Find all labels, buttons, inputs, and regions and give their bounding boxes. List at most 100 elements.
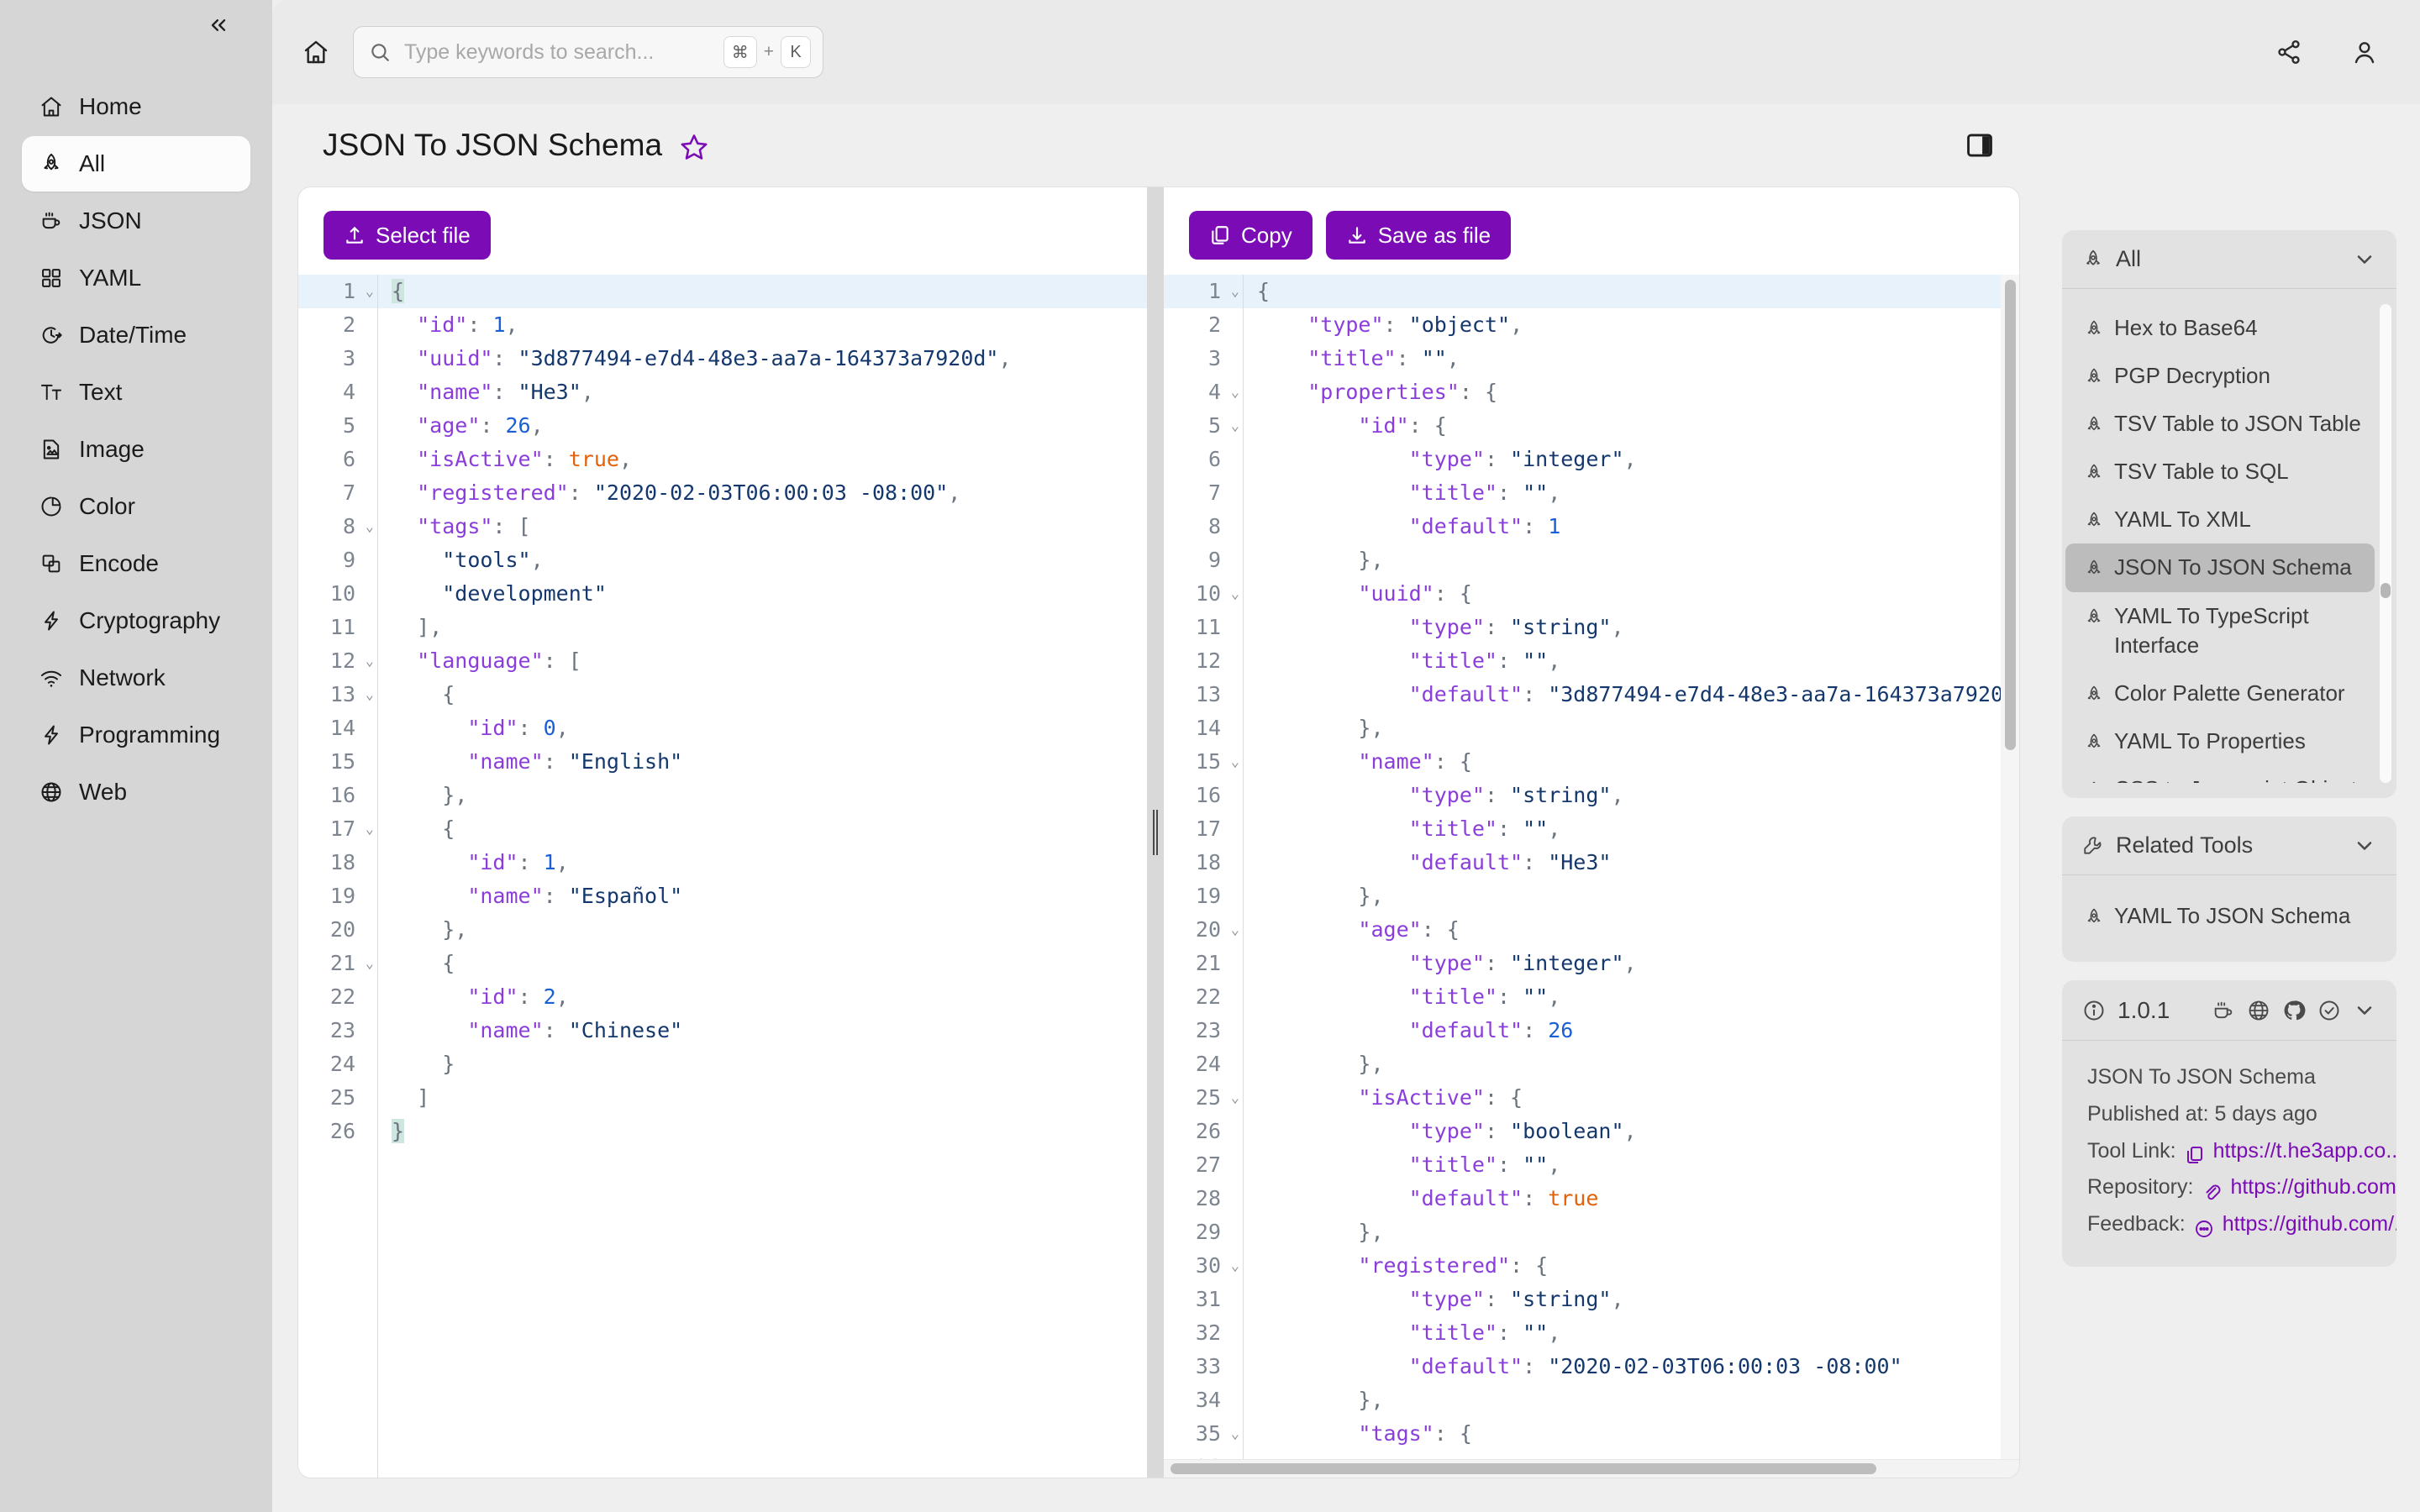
output-vscroll-thumb[interactable]	[2004, 280, 2016, 750]
sidebar-item-color[interactable]: Color	[22, 479, 250, 534]
code-token: :	[1383, 312, 1409, 337]
fold-toggle-icon[interactable]: ⌄	[360, 687, 374, 702]
tool-list-item[interactable]: YAML To TypeScript Interface	[2065, 592, 2375, 669]
sidebar-item-all[interactable]: All	[22, 136, 250, 192]
fold-toggle-icon[interactable]: ⌄	[360, 654, 374, 669]
tool-list-item[interactable]: YAML To XML	[2065, 496, 2375, 543]
fold-toggle-icon[interactable]: ⌄	[1226, 922, 1239, 937]
globe-icon[interactable]	[2247, 999, 2270, 1022]
sidebar-item-programming[interactable]: Programming	[22, 707, 250, 763]
fold-toggle-icon[interactable]: ⌄	[360, 519, 374, 534]
sidebar-item-label: Programming	[79, 722, 221, 748]
tool-list-item[interactable]: YAML To Properties	[2065, 717, 2375, 765]
user-account-icon[interactable]	[2341, 29, 2388, 76]
fold-toggle-icon[interactable]: ⌄	[1226, 1090, 1239, 1105]
code-token: "isActive"	[1358, 1085, 1485, 1110]
copy-button[interactable]: Copy	[1189, 211, 1313, 260]
fold-toggle-icon[interactable]: ⌄	[360, 284, 374, 299]
search-input[interactable]	[402, 39, 712, 66]
favorite-star-icon[interactable]	[679, 132, 709, 162]
github-icon[interactable]	[2282, 999, 2306, 1022]
chevron-down-icon[interactable]	[2353, 834, 2376, 858]
copy-icon[interactable]	[2185, 1141, 2205, 1164]
related-tool-list[interactable]: YAML To JSON Schema	[2062, 892, 2396, 940]
sidebar-item-image[interactable]: Image	[22, 422, 250, 477]
line-number-value: 13	[1195, 682, 1221, 706]
code-token: "integer"	[1510, 447, 1624, 471]
chevron-down-icon[interactable]	[2353, 248, 2376, 271]
output-horizontal-scrollbar[interactable]	[1164, 1459, 2019, 1478]
editor-splitter-handle[interactable]	[1147, 187, 1164, 1478]
category-card-header[interactable]: All	[2062, 230, 2396, 289]
fold-toggle-icon[interactable]: ⌄	[1226, 284, 1239, 299]
sidebar-item-text[interactable]: Text	[22, 365, 250, 420]
tool-link-value[interactable]: https://t.he3app.co...	[2213, 1133, 2396, 1170]
code-token: ,	[1611, 783, 1624, 807]
output-code-text[interactable]: { "type": "object", "title": "", "proper…	[1244, 275, 2001, 1459]
code-token: :	[543, 884, 569, 908]
sidebar-item-network[interactable]: Network	[22, 650, 250, 706]
output-code-scroll[interactable]: 1 ⌄ 2 3 4 ⌄ 5 ⌄ 6 7 8 9 10 ⌄ 11 12 13 14 15 ⌄ 16 17 18 19 20 ⌄ 21 2…	[1164, 275, 2019, 1459]
input-code-area[interactable]: 1 ⌄ 2 3 4 5 6 7 8 ⌄ 9 10 11 12 ⌄ 13 ⌄ 14 15 16 17 ⌄ 18 19 20 21 ⌄ 2…	[298, 275, 1147, 1478]
output-hscroll-thumb[interactable]	[1171, 1463, 1876, 1474]
fold-toggle-icon[interactable]: ⌄	[1226, 385, 1239, 400]
tool-list-item[interactable]: CSS to Javascript Object	[2065, 765, 2375, 783]
save-as-file-button[interactable]: Save as file	[1325, 211, 1512, 260]
collapse-sidebar-button[interactable]	[202, 8, 235, 42]
code-token: ""	[1523, 984, 1549, 1009]
fold-toggle-icon[interactable]: ⌄	[1226, 1426, 1239, 1441]
toggle-right-panel-icon[interactable]	[1963, 129, 1996, 162]
output-line-numbers[interactable]: 1 ⌄ 2 3 4 ⌄ 5 ⌄ 6 7 8 9 10 ⌄ 11 12 13 14 15 ⌄ 16 17 18 19 20 ⌄ 21 2…	[1164, 275, 1244, 1459]
fold-toggle-icon[interactable]: ⌄	[1226, 1258, 1239, 1273]
output-code-area[interactable]: 1 ⌄ 2 3 4 ⌄ 5 ⌄ 6 7 8 9 10 ⌄ 11 12 13 14 15 ⌄ 16 17 18 19 20 ⌄ 21 2…	[1164, 275, 2001, 1459]
code-token: "2020-02-03T06:00:03 -08:00"	[1548, 1354, 1902, 1378]
tool-list-item[interactable]: JSON To JSON Schema	[2065, 543, 2375, 592]
code-line: }	[378, 1115, 1147, 1148]
repository-value[interactable]: https://github.com...	[2230, 1169, 2396, 1206]
sidebar-item-encode[interactable]: Encode	[22, 536, 250, 591]
feedback-value[interactable]: https://github.com/...	[2223, 1206, 2396, 1243]
coffee-icon[interactable]	[2212, 999, 2235, 1022]
output-vertical-scrollbar[interactable]	[2001, 275, 2019, 1459]
tool-list-item[interactable]: Hex to Base64	[2065, 304, 2375, 352]
related-tool-item[interactable]: YAML To JSON Schema	[2065, 892, 2393, 940]
sidebar-item-date-time[interactable]: Date/Time	[22, 307, 250, 363]
link-icon[interactable]	[2202, 1178, 2222, 1200]
fold-toggle-icon[interactable]: ⌄	[360, 822, 374, 837]
select-file-button[interactable]: Select file	[324, 211, 491, 260]
tool-list-scrollbar[interactable]	[2380, 304, 2391, 783]
code-token: ,	[1548, 984, 1561, 1009]
share-icon[interactable]	[2265, 29, 2312, 76]
home-icon[interactable]	[292, 29, 339, 76]
input-code-scroll[interactable]: 1 ⌄ 2 3 4 5 6 7 8 ⌄ 9 10 11 12 ⌄ 13 ⌄ 14 15 16 17 ⌄ 18 19 20 21 ⌄ 2…	[298, 275, 1147, 1478]
sidebar-item-json[interactable]: JSON	[22, 193, 250, 249]
code-token: },	[1257, 548, 1384, 572]
search-box[interactable]: ⌘ + K	[353, 26, 823, 78]
code-token: 1	[1548, 514, 1561, 538]
tool-list-item[interactable]: TSV Table to JSON Table	[2065, 400, 2375, 448]
input-code-text[interactable]: { "id": 1, "uuid": "3d877494-e7d4-48e3-a…	[378, 275, 1147, 1478]
tool-list-item[interactable]: TSV Table to SQL	[2065, 448, 2375, 496]
check-circle-icon[interactable]	[2317, 999, 2341, 1022]
code-token: ],	[392, 615, 443, 639]
fold-toggle-icon[interactable]: ⌄	[360, 956, 374, 971]
code-token: "registered"	[417, 480, 569, 505]
sidebar-item-home[interactable]: Home	[22, 79, 250, 134]
related-card-header[interactable]: Related Tools	[2062, 816, 2396, 875]
fold-toggle-icon[interactable]: ⌄	[1226, 418, 1239, 433]
sidebar-item-web[interactable]: Web	[22, 764, 250, 820]
fold-toggle-icon[interactable]: ⌄	[1226, 586, 1239, 601]
comment-icon[interactable]	[2194, 1215, 2214, 1237]
input-line-numbers[interactable]: 1 ⌄ 2 3 4 5 6 7 8 ⌄ 9 10 11 12 ⌄ 13 ⌄ 14 15 16 17 ⌄ 18 19 20 21 ⌄ 2…	[298, 275, 378, 1478]
sidebar-item-yaml[interactable]: YAML	[22, 250, 250, 306]
chevron-down-icon[interactable]	[2353, 999, 2376, 1022]
sidebar-item-cryptography[interactable]: Cryptography	[22, 593, 250, 648]
tool-list[interactable]: Hex to Base64 PGP Decryption TSV Table to …	[2062, 304, 2396, 783]
tool-list-item[interactable]: Color Palette Generator	[2065, 669, 2375, 717]
fold-toggle-icon[interactable]: ⌄	[1226, 754, 1239, 769]
tool-list-item[interactable]: PGP Decryption	[2065, 352, 2375, 400]
line-number-value: 18	[329, 850, 355, 874]
